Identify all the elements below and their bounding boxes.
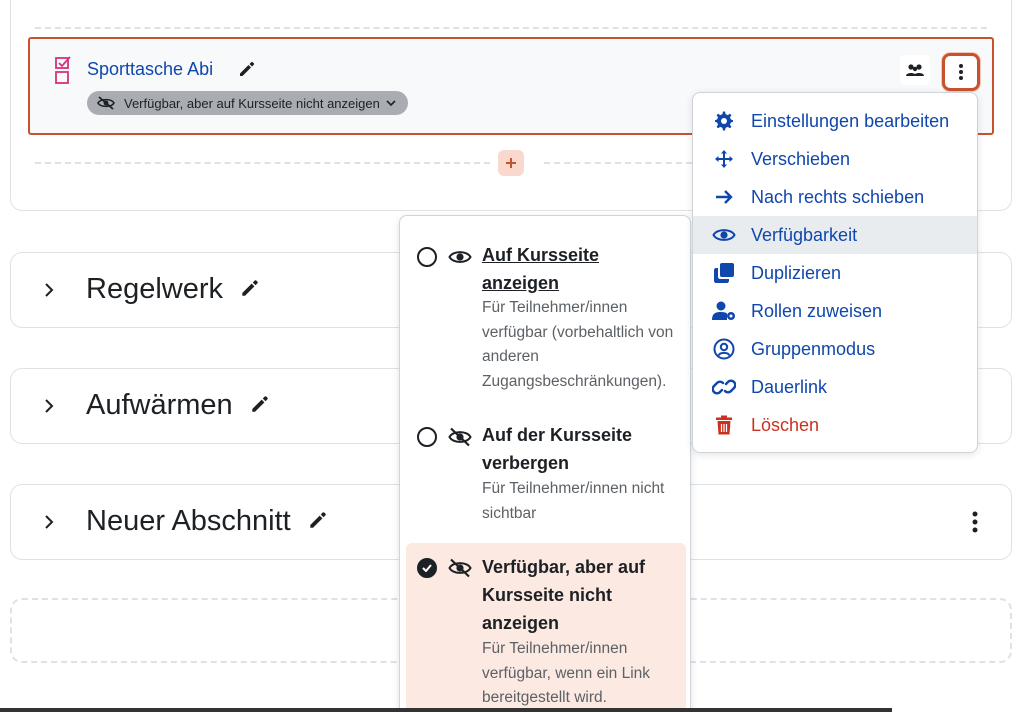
menu-item-assign-roles[interactable]: Rollen zuweisen: [693, 292, 977, 330]
visibility-option-show[interactable]: Auf Kursseite anzeigen Für Teilnehmer/in…: [406, 236, 686, 406]
group-mode-icon[interactable]: [900, 55, 930, 85]
move-arrows-icon: [712, 147, 736, 171]
link-icon: [712, 375, 736, 399]
activity-title[interactable]: Sporttasche Abi: [87, 59, 213, 80]
menu-item-label: Rollen zuweisen: [751, 300, 883, 321]
menu-item-delete[interactable]: Löschen: [693, 406, 977, 444]
option-description: Für Teilnehmer/innen nicht sichtbar: [482, 480, 665, 522]
section-title[interactable]: Aufwärmen: [86, 389, 271, 422]
edit-icon[interactable]: [249, 393, 271, 415]
chevron-right-icon[interactable]: [42, 399, 56, 413]
divider: [35, 27, 987, 29]
menu-item-permalink[interactable]: Dauerlink: [693, 368, 977, 406]
chevron-right-icon[interactable]: [42, 515, 56, 529]
edit-icon[interactable]: [239, 277, 261, 299]
radio-button[interactable]: [417, 427, 437, 447]
visibility-popup: Auf Kursseite anzeigen Für Teilnehmer/in…: [399, 215, 691, 712]
menu-item-label: Gruppenmodus: [751, 338, 876, 359]
course-page: Sporttasche Abi Verfügbar, aber auf Kurs…: [0, 0, 1024, 712]
menu-item-label: Einstellungen bearbeiten: [751, 110, 950, 131]
menu-item-duplicate[interactable]: Duplizieren: [693, 254, 977, 292]
horizontal-scrollbar[interactable]: [0, 708, 892, 712]
menu-item-label: Dauerlink: [751, 376, 828, 397]
check-icon: [422, 564, 432, 572]
visibility-option-stealth[interactable]: Verfügbar, aber auf Kursseite nicht anze…: [406, 543, 686, 712]
section-title-text[interactable]: Neuer Abschnitt: [86, 505, 291, 537]
menu-item-group-mode[interactable]: Gruppenmodus: [693, 330, 977, 368]
eye-icon: [448, 251, 472, 263]
option-description: Für Teilnehmer/innen verfügbar, wenn ein…: [482, 640, 651, 706]
plus-icon: [506, 158, 516, 168]
menu-item-edit-settings[interactable]: Einstellungen bearbeiten: [693, 102, 977, 140]
trash-icon: [712, 413, 736, 437]
section-title[interactable]: Neuer Abschnitt: [86, 505, 329, 538]
option-description: Für Teilnehmer/innen verfügbar (vorbehal…: [482, 299, 674, 390]
divider: [35, 162, 490, 164]
eye-slash-icon: [448, 558, 472, 578]
section-title[interactable]: Regelwerk: [86, 273, 261, 306]
eye-slash-icon: [448, 427, 472, 447]
option-title[interactable]: Auf der Kursseite verbergen: [482, 421, 672, 477]
menu-item-label: Duplizieren: [751, 262, 842, 283]
menu-item-label: Verfügbarkeit: [751, 224, 858, 245]
user-gear-icon: [712, 299, 736, 323]
copy-icon: [712, 261, 736, 285]
availability-badge-label: Verfügbar, aber auf Kursseite nicht anze…: [124, 95, 380, 111]
activity-actions-button[interactable]: [942, 53, 980, 91]
kebab-icon: [959, 64, 963, 80]
menu-item-availability[interactable]: Verfügbarkeit: [693, 216, 977, 254]
chevron-down-icon: [386, 100, 396, 107]
user-circle-icon: [712, 337, 736, 361]
menu-item-label: Löschen: [751, 414, 820, 435]
arrow-right-icon: [712, 185, 736, 209]
menu-item-label: Nach rechts schieben: [751, 186, 925, 207]
radio-button[interactable]: [417, 247, 437, 267]
chevron-right-icon[interactable]: [42, 283, 56, 297]
assignment-icon: [55, 56, 71, 84]
eye-icon: [712, 223, 736, 247]
divider: [544, 162, 692, 164]
option-title[interactable]: Auf Kursseite anzeigen: [482, 241, 672, 297]
option-title[interactable]: Verfügbar, aber auf Kursseite nicht anze…: [482, 553, 672, 637]
edit-icon[interactable]: [307, 509, 329, 531]
availability-badge[interactable]: Verfügbar, aber auf Kursseite nicht anze…: [87, 91, 408, 115]
menu-item-move[interactable]: Verschieben: [693, 140, 977, 178]
edit-icon[interactable]: [237, 59, 257, 79]
section-title-text[interactable]: Aufwärmen: [86, 389, 233, 421]
kebab-icon[interactable]: [970, 510, 980, 534]
eye-slash-icon: [97, 96, 115, 110]
menu-item-label: Verschieben: [751, 148, 851, 169]
section-title-text[interactable]: Regelwerk: [86, 273, 223, 305]
activity-action-menu: Einstellungen bearbeiten Verschieben Nac…: [692, 92, 978, 453]
menu-item-move-right[interactable]: Nach rechts schieben: [693, 178, 977, 216]
radio-button-checked[interactable]: [417, 558, 437, 578]
gear-icon: [712, 109, 736, 133]
add-content-button[interactable]: [498, 150, 524, 176]
visibility-option-hide[interactable]: Auf der Kursseite verbergen Für Teilnehm…: [406, 416, 686, 536]
